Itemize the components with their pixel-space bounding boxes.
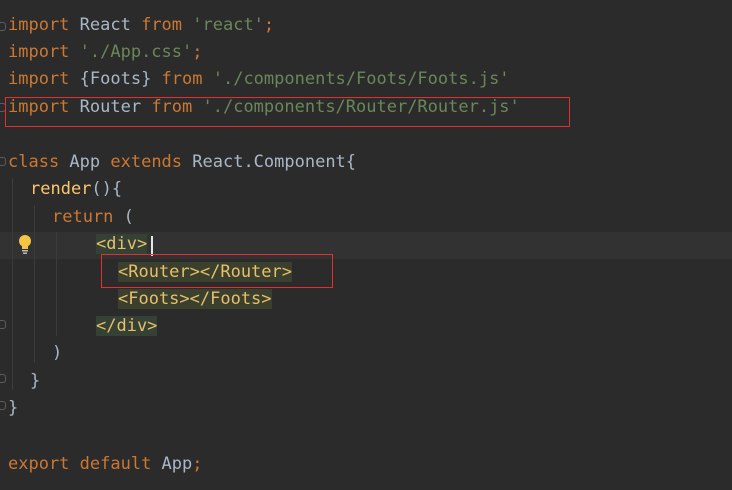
keyword: from	[161, 69, 203, 89]
code-line-7[interactable]: render(){	[30, 176, 122, 203]
code-line-3[interactable]: import {Foots} from './components/Foots/…	[8, 66, 510, 93]
fold-marker-icon[interactable]	[0, 157, 6, 166]
code-line-17[interactable]: export default App;	[8, 451, 203, 478]
code-line-12[interactable]: </div>	[96, 313, 158, 340]
code-line-15[interactable]: }	[8, 395, 18, 422]
code-line-2[interactable]: import './App.css';	[8, 39, 203, 66]
lightbulb-icon[interactable]	[17, 233, 33, 255]
indent-guide	[56, 232, 57, 336]
string-literal: './components/Foots/Foots.js'	[202, 69, 510, 89]
fold-marker-icon[interactable]	[0, 22, 6, 31]
semicolon: ;	[192, 454, 203, 474]
code-line-6[interactable]: class App extends React.Component{	[8, 149, 356, 176]
code-line-1[interactable]: import React from 'react';	[8, 12, 274, 39]
keyword: return	[52, 207, 114, 227]
code-editor[interactable]: import React from 'react'; import './App…	[0, 0, 732, 490]
indent-guide	[12, 178, 13, 390]
keyword: from	[141, 15, 183, 35]
jsx-tag: <Foots></Foots>	[118, 289, 272, 309]
code-line-14[interactable]: }	[30, 368, 40, 395]
code-line-11[interactable]: <Foots></Foots>	[118, 286, 272, 313]
punctuation: (	[113, 207, 134, 227]
punctuation: (){	[91, 179, 123, 199]
keyword: import	[8, 69, 70, 89]
punctuation: }	[30, 371, 41, 391]
identifier: React	[69, 15, 142, 35]
jsx-tag: </div>	[96, 316, 158, 336]
punctuation: }	[8, 398, 19, 418]
fold-marker-icon[interactable]	[0, 320, 6, 329]
code-line-8[interactable]: return (	[52, 204, 134, 231]
fold-marker-icon[interactable]	[0, 374, 6, 383]
keyword: import	[8, 15, 70, 35]
keyword: class	[8, 152, 60, 172]
jsx-tag: <div>	[96, 234, 148, 254]
keyword: import	[8, 42, 70, 62]
annotation-box	[5, 97, 570, 127]
text-caret	[151, 236, 153, 256]
identifier: App	[59, 152, 111, 172]
keyword: extends	[110, 152, 183, 172]
string-literal: 'react'	[182, 15, 264, 35]
string-literal: './App.css'	[69, 42, 193, 62]
identifier: App	[151, 454, 193, 474]
annotation-box	[101, 254, 333, 288]
punctuation: )	[52, 343, 63, 363]
identifier: React.Component{	[182, 152, 357, 172]
semicolon: ;	[263, 15, 275, 35]
method-name: render	[30, 179, 92, 199]
keyword: export	[8, 454, 70, 474]
semicolon: ;	[192, 42, 203, 62]
code-line-13[interactable]: )	[52, 340, 62, 367]
keyword: default	[69, 454, 152, 474]
identifier: {Foots}	[69, 69, 162, 89]
fold-marker-icon[interactable]	[0, 401, 6, 410]
indent-guide	[34, 205, 35, 363]
